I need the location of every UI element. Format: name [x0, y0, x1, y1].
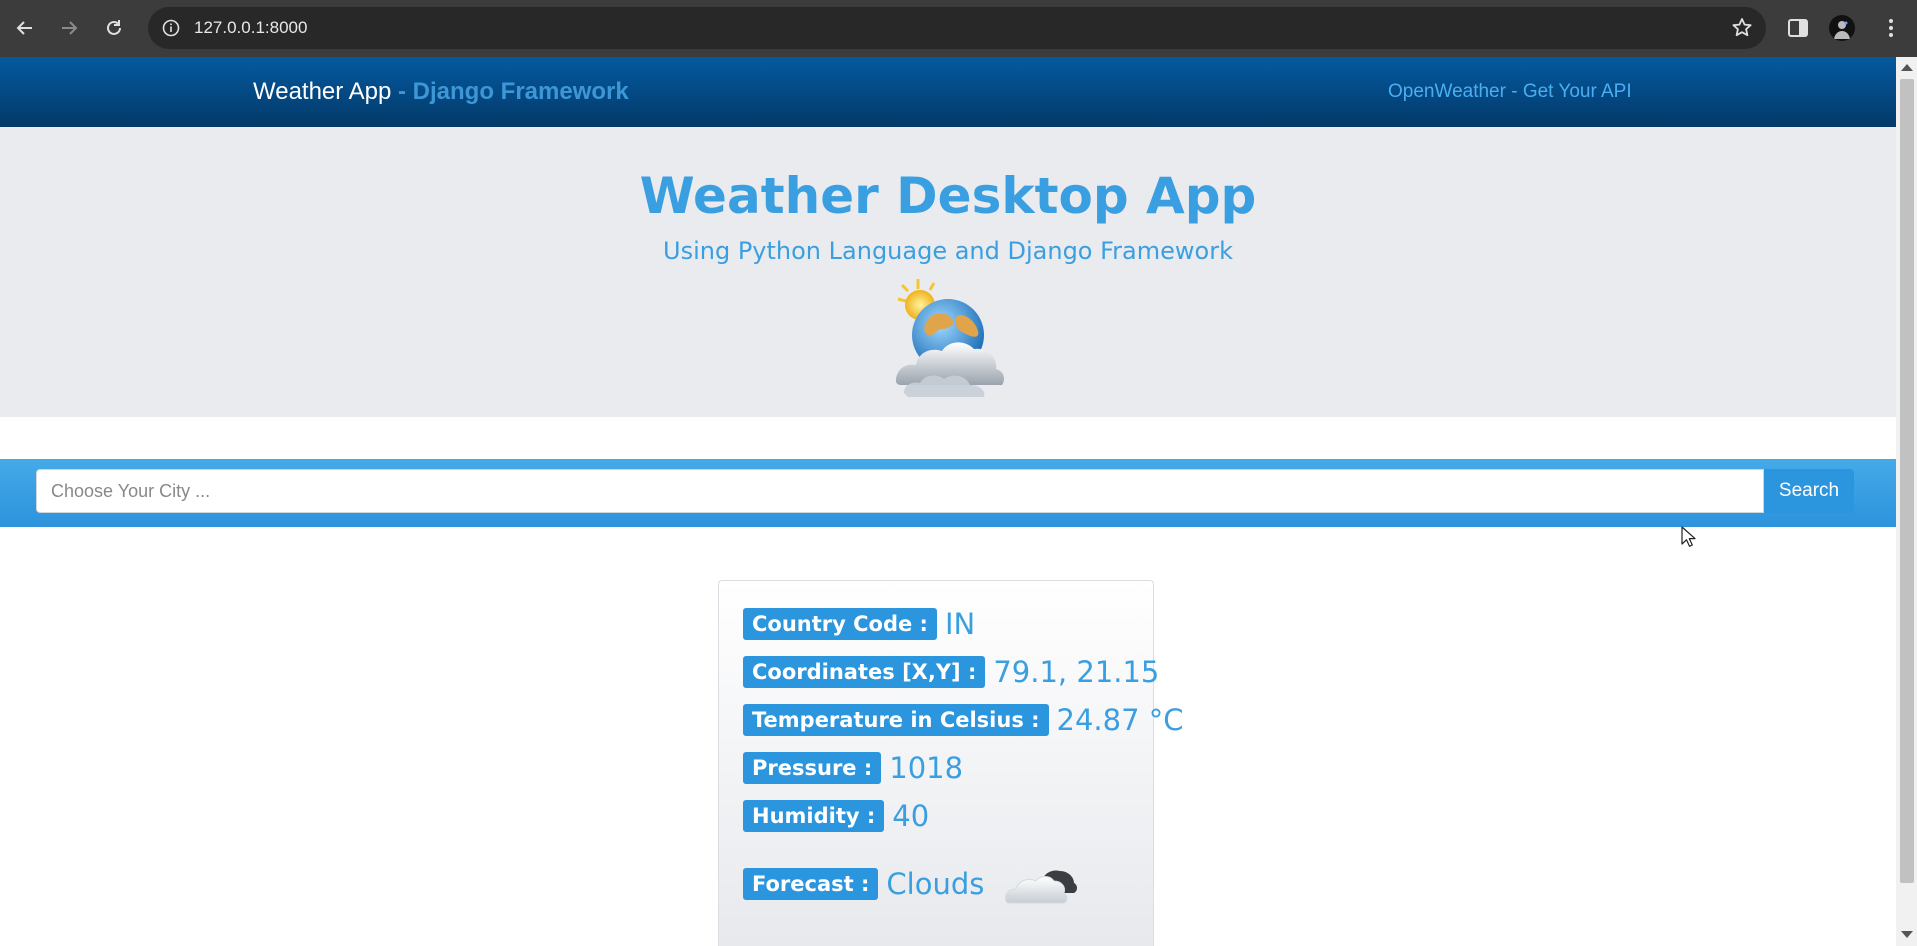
page-viewport: Weather App - Django Framework OpenWeath…: [0, 57, 1896, 946]
coordinates-label: Coordinates [X,Y] :: [743, 656, 986, 688]
arrow-right-icon: [62, 21, 78, 35]
navbar-brand[interactable]: Weather App - Django Framework: [253, 57, 629, 127]
coordinates-value: 79.1, 21.15: [993, 655, 1160, 689]
pressure-value: 1018: [889, 751, 964, 785]
bookmark-star-icon[interactable]: [1730, 16, 1754, 40]
mouse-cursor-icon: [1681, 526, 1696, 547]
brand-accent: - Django Framework: [398, 78, 629, 105]
pressure-row: Pressure : 1018: [743, 751, 963, 785]
country-code-value: IN: [944, 607, 976, 641]
hero-section: Weather Desktop App Using Python Languag…: [0, 127, 1896, 417]
clouds-icon: [1005, 870, 1078, 904]
forecast-row: Forecast : Clouds: [743, 861, 1078, 907]
temperature-row: Temperature in Celsius : 24.87 °C: [743, 703, 1184, 737]
side-panel-icon[interactable]: [1784, 14, 1812, 42]
arrow-left-icon: [16, 21, 32, 35]
forecast-label: Forecast :: [743, 868, 879, 900]
page-title: Weather Desktop App: [639, 167, 1257, 225]
scroll-down-arrow-icon[interactable]: [1901, 931, 1913, 938]
reload-icon: [107, 20, 121, 35]
url-text: 127.0.0.1:8000: [194, 18, 308, 37]
search-bar-section: Search: [0, 459, 1896, 527]
scrollbar-thumb[interactable]: [1900, 79, 1914, 883]
scroll-up-arrow-icon[interactable]: [1901, 64, 1913, 71]
humidity-value: 40: [892, 799, 930, 833]
reload-button[interactable]: [97, 11, 131, 45]
sun-globe-clouds-icon: [896, 279, 1004, 397]
search-button[interactable]: Search: [1764, 469, 1854, 513]
site-info-icon[interactable]: [158, 15, 184, 41]
coordinates-row: Coordinates [X,Y] : 79.1, 21.15: [743, 655, 1159, 689]
humidity-row: Humidity : 40: [743, 799, 929, 833]
country-code-label: Country Code :: [743, 608, 937, 640]
temperature-label: Temperature in Celsius :: [743, 704, 1049, 736]
openweather-api-link[interactable]: OpenWeather - Get Your API: [1388, 57, 1632, 127]
back-button[interactable]: [8, 11, 42, 45]
temperature-value: 24.87 °C: [1056, 703, 1184, 737]
forecast-value: Clouds: [886, 867, 985, 901]
city-search-input[interactable]: [36, 469, 1764, 513]
humidity-label: Humidity :: [743, 800, 885, 832]
profile-avatar[interactable]: [1829, 15, 1855, 41]
weather-result-card: Country Code : IN Coordinates [X,Y] : 79…: [718, 580, 1184, 946]
forward-button[interactable]: [52, 11, 86, 45]
browser-toolbar: 127.0.0.1:8000: [0, 0, 1917, 57]
top-navbar: Weather App - Django Framework OpenWeath…: [0, 57, 1896, 127]
vertical-scrollbar[interactable]: [1896, 57, 1917, 946]
address-bar[interactable]: 127.0.0.1:8000: [148, 7, 1766, 49]
pressure-label: Pressure :: [743, 752, 882, 784]
page-subtitle: Using Python Language and Django Framewo…: [663, 237, 1233, 265]
more-menu-icon[interactable]: [1876, 13, 1906, 43]
brand-name: Weather App: [253, 78, 392, 105]
country-code-row: Country Code : IN: [743, 607, 975, 641]
